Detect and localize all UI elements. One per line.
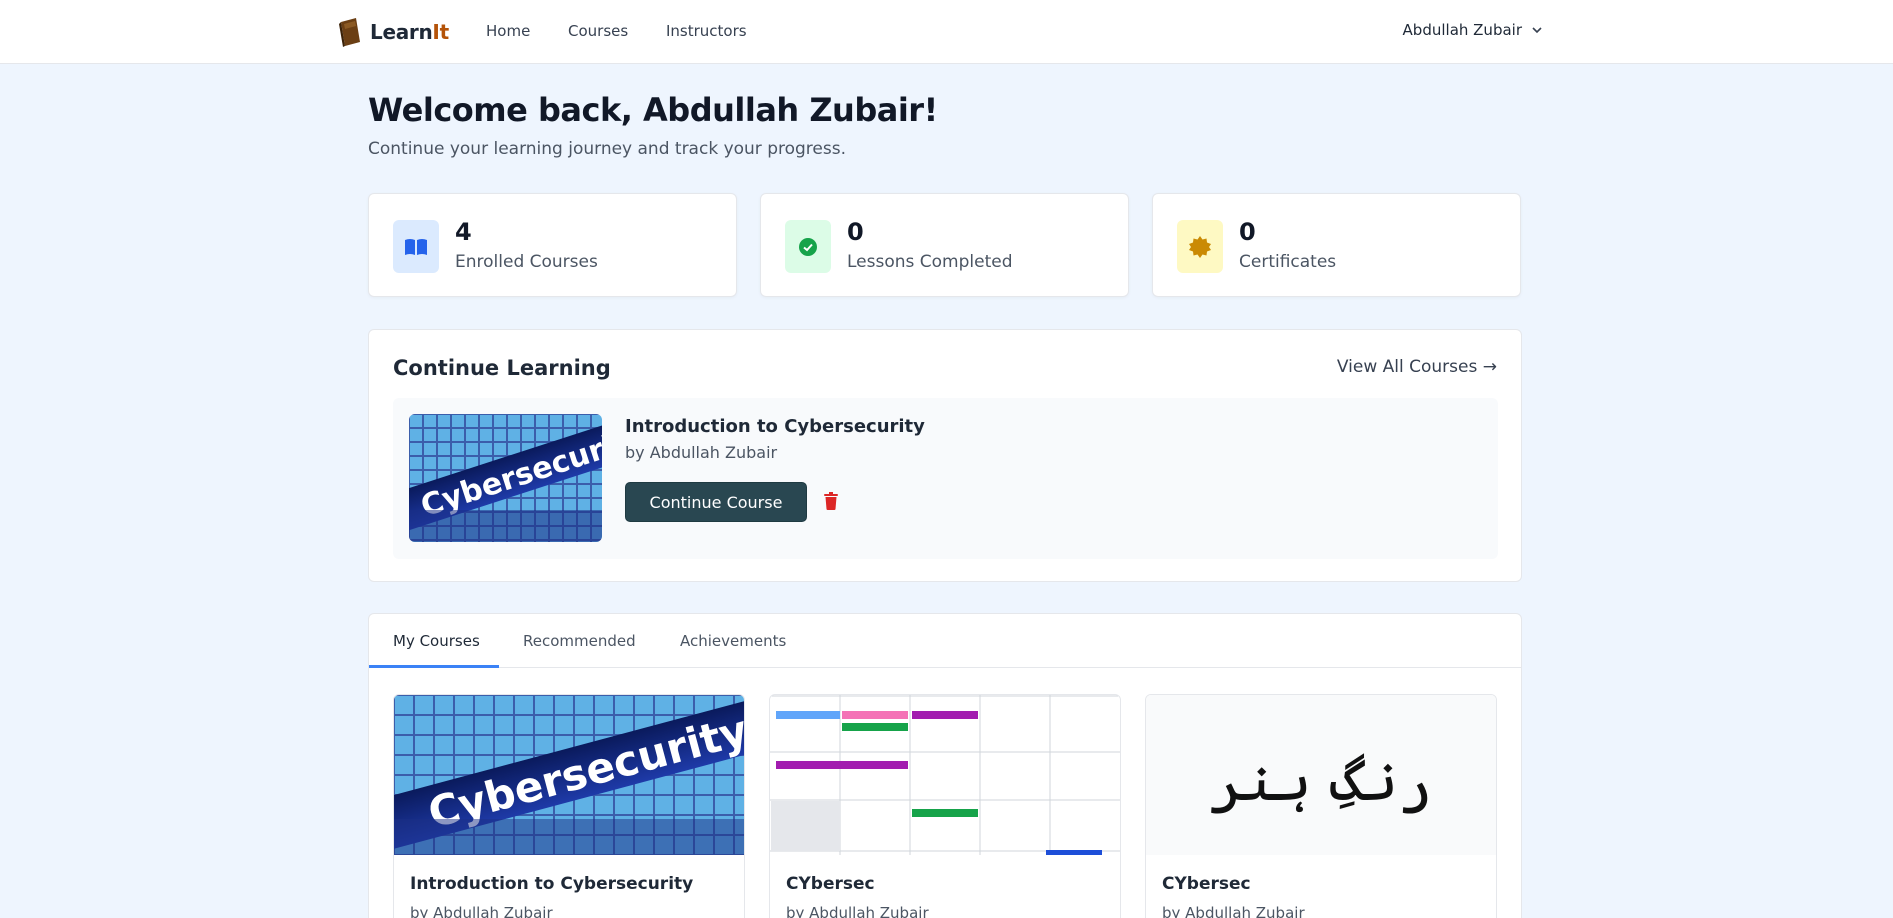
chevron-down-icon (1532, 27, 1542, 34)
course-thumbnail (770, 695, 1120, 855)
badge-icon (1189, 235, 1211, 258)
stat-icon-wrap (785, 220, 831, 273)
stat-label: Lessons Completed (847, 252, 1013, 272)
course-author: by Abdullah Zubair (786, 904, 929, 918)
stat-label: Enrolled Courses (455, 252, 598, 272)
course-card[interactable]: CYbersec by Abdullah Zubair (769, 694, 1121, 918)
user-menu[interactable]: Abdullah Zubair (1403, 21, 1544, 39)
cybersecurity-image: Cybersecurity (409, 414, 602, 542)
book-logo-icon (339, 18, 360, 47)
course-author: by Abdullah Zubair (410, 904, 553, 918)
brand-name: LearnIt (370, 20, 449, 44)
stat-card-lessons: 0 Lessons Completed (760, 193, 1129, 297)
stat-icon-wrap (393, 220, 439, 273)
calendar-image (770, 695, 1120, 855)
calligraphy-image: رنگِ ہنر (1146, 695, 1496, 855)
tab-recommended[interactable]: Recommended (523, 632, 636, 650)
section-title: Continue Learning (393, 356, 611, 380)
course-title: CYbersec (1162, 874, 1251, 894)
user-name: Abdullah Zubair (1402, 21, 1522, 39)
book-icon (405, 238, 427, 255)
course-title: Introduction to Cybersecurity (625, 416, 925, 437)
stat-value: 0 (847, 218, 864, 246)
tab-my-courses[interactable]: My Courses (393, 632, 480, 650)
svg-text:رنگِ ہنر: رنگِ ہنر (1210, 746, 1432, 814)
tab-achievements[interactable]: Achievements (680, 632, 786, 650)
course-card[interactable]: Cybersecurity Introduction to Cybersecur… (393, 694, 745, 918)
page-subtitle: Continue your learning journey and track… (368, 139, 846, 159)
trash-icon[interactable] (823, 492, 839, 510)
course-author: by Abdullah Zubair (1162, 904, 1305, 918)
course-thumbnail: Cybersecurity (394, 695, 744, 855)
check-circle-icon (799, 237, 817, 256)
nav-link-instructors[interactable]: Instructors (666, 22, 747, 40)
nav-link-home[interactable]: Home (486, 22, 530, 40)
nav-link-courses[interactable]: Courses (568, 22, 628, 40)
active-tab-indicator (369, 665, 499, 668)
page-title: Welcome back, Abdullah Zubair! (368, 91, 938, 129)
stat-value: 4 (455, 218, 472, 246)
continue-course-item: Cybersecurity Introduction to Cybersecur… (393, 398, 1498, 559)
view-all-courses-link[interactable]: View All Courses → (1337, 357, 1497, 377)
top-navbar: LearnIt Home Courses Instructors Abdulla… (0, 0, 1893, 64)
cybersecurity-image: Cybersecurity (394, 695, 744, 855)
stat-card-enrolled: 4 Enrolled Courses (368, 193, 737, 297)
course-card[interactable]: رنگِ ہنر CYbersec by Abdullah Zubair (1145, 694, 1497, 918)
course-title: CYbersec (786, 874, 875, 894)
continue-course-button[interactable]: Continue Course (625, 482, 807, 522)
course-author: by Abdullah Zubair (625, 443, 778, 462)
tab-bar: My Courses Recommended Achievements (369, 614, 1521, 668)
stat-label: Certificates (1239, 252, 1337, 272)
stat-icon-wrap (1177, 220, 1223, 273)
courses-tabs-panel: My Courses Recommended Achievements Cybe… (368, 613, 1522, 918)
course-title: Introduction to Cybersecurity (410, 874, 694, 894)
stat-value: 0 (1239, 218, 1256, 246)
brand-logo[interactable]: LearnIt (336, 16, 449, 48)
course-thumbnail: Cybersecurity (409, 414, 602, 542)
stat-card-certificates: 0 Certificates (1152, 193, 1521, 297)
continue-learning-panel: Continue Learning View All Courses → Cyb… (368, 329, 1522, 582)
course-thumbnail: رنگِ ہنر (1146, 695, 1496, 855)
